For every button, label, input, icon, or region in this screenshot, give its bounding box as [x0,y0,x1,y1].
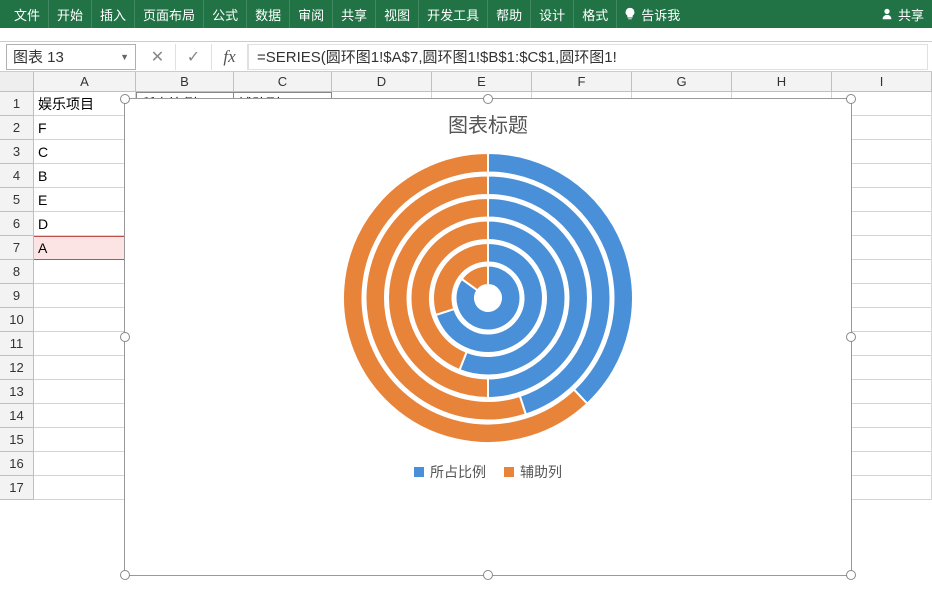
legend-label-1: 所占比例 [430,462,486,482]
tab-format[interactable]: 格式 [574,0,617,28]
row-header-17[interactable]: 17 [0,476,34,500]
tab-developer[interactable]: 开发工具 [419,0,488,28]
cell-A3[interactable]: C [34,140,136,164]
select-all-corner[interactable] [0,72,34,91]
resize-handle-tr[interactable] [846,94,856,104]
name-box-value: 图表 13 [13,46,64,67]
cell-A10[interactable] [34,308,136,332]
legend-swatch-orange [504,467,514,477]
cell-A16[interactable] [34,452,136,476]
ribbon: 文件 开始 插入 页面布局 公式 数据 审阅 共享 视图 开发工具 帮助 设计 … [0,0,932,28]
row-header-1[interactable]: 1 [0,92,34,116]
tab-formulas[interactable]: 公式 [204,0,247,28]
tab-share[interactable]: 共享 [333,0,376,28]
cell-A2[interactable]: F [34,116,136,140]
resize-handle-bm[interactable] [483,570,493,580]
tellme-label: 告诉我 [641,5,680,24]
legend-item-1[interactable]: 所占比例 [414,462,486,482]
col-header-D[interactable]: D [332,72,432,91]
formula-bar: 图表 13 ▼ ✕ ✓ fx =SERIES(圆环图1!$A$7,圆环图1!$B… [0,42,932,72]
person-icon [880,7,894,21]
cell-A15[interactable] [34,428,136,452]
legend-item-2[interactable]: 辅助列 [504,462,562,482]
resize-handle-bl[interactable] [120,570,130,580]
row-header-4[interactable]: 4 [0,164,34,188]
row-header-13[interactable]: 13 [0,380,34,404]
chart-title[interactable]: 图表标题 [125,99,851,144]
col-header-I[interactable]: I [832,72,932,91]
resize-handle-ml[interactable] [120,332,130,342]
cell-A12[interactable] [34,356,136,380]
doughnut-chart[interactable] [338,148,638,448]
lightbulb-icon [623,7,637,21]
chart-plot-area[interactable] [125,144,851,448]
cell-A5[interactable]: E [34,188,136,212]
row-header-16[interactable]: 16 [0,452,34,476]
col-header-F[interactable]: F [532,72,632,91]
cell-A17[interactable] [34,476,136,500]
column-headers: A B C D E F G H I [0,72,932,92]
insert-function-button[interactable]: fx [212,44,248,70]
resize-handle-tl[interactable] [120,94,130,104]
row-header-3[interactable]: 3 [0,140,34,164]
cell-A6[interactable]: D [34,212,136,236]
tab-file[interactable]: 文件 [6,0,49,28]
tab-view[interactable]: 视图 [376,0,419,28]
col-header-E[interactable]: E [432,72,532,91]
cell-A14[interactable] [34,404,136,428]
cell-A7[interactable]: A [34,236,136,260]
name-box-dropdown-icon[interactable]: ▼ [120,52,129,62]
cell-A13[interactable] [34,380,136,404]
row-header-9[interactable]: 9 [0,284,34,308]
cancel-formula-button[interactable]: ✕ [140,44,176,70]
resize-handle-mr[interactable] [846,332,856,342]
cell-A9[interactable] [34,284,136,308]
row-header-14[interactable]: 14 [0,404,34,428]
tab-page-layout[interactable]: 页面布局 [135,0,204,28]
row-header-11[interactable]: 11 [0,332,34,356]
share-button[interactable]: 共享 [874,0,932,28]
row-header-8[interactable]: 8 [0,260,34,284]
col-header-A[interactable]: A [34,72,136,91]
formula-text: =SERIES(圆环图1!$A$7,圆环图1!$B$1:$C$1,圆环图1! [257,46,617,67]
row-header-6[interactable]: 6 [0,212,34,236]
tellme-search[interactable]: 告诉我 [617,0,688,28]
ribbon-gap [0,28,932,42]
tab-design[interactable]: 设计 [531,0,574,28]
resize-handle-br[interactable] [846,570,856,580]
tab-data[interactable]: 数据 [247,0,290,28]
tab-insert[interactable]: 插入 [92,0,135,28]
legend-swatch-blue [414,467,424,477]
tab-review[interactable]: 审阅 [290,0,333,28]
name-box[interactable]: 图表 13 ▼ [6,44,136,70]
row-header-12[interactable]: 12 [0,356,34,380]
chart-legend[interactable]: 所占比例 辅助列 [125,448,851,490]
chart-object[interactable]: 图表标题 所占比例 辅助列 [124,98,852,576]
row-header-15[interactable]: 15 [0,428,34,452]
tab-home[interactable]: 开始 [49,0,92,28]
cell-A8[interactable] [34,260,136,284]
col-header-C[interactable]: C [234,72,332,91]
legend-label-2: 辅助列 [520,462,562,482]
formula-input[interactable]: =SERIES(圆环图1!$A$7,圆环图1!$B$1:$C$1,圆环图1! [248,44,928,70]
row-header-2[interactable]: 2 [0,116,34,140]
share-label: 共享 [898,5,924,24]
col-header-G[interactable]: G [632,72,732,91]
enter-formula-button[interactable]: ✓ [176,44,212,70]
resize-handle-tm[interactable] [483,94,493,104]
tab-help[interactable]: 帮助 [488,0,531,28]
col-header-H[interactable]: H [732,72,832,91]
col-header-B[interactable]: B [136,72,234,91]
row-header-10[interactable]: 10 [0,308,34,332]
row-header-7[interactable]: 7 [0,236,34,260]
row-header-5[interactable]: 5 [0,188,34,212]
cell-A4[interactable]: B [34,164,136,188]
spreadsheet-grid: A B C D E F G H I 1 娱乐项目 所占比例 辅助列 2 F 3 … [0,72,932,500]
